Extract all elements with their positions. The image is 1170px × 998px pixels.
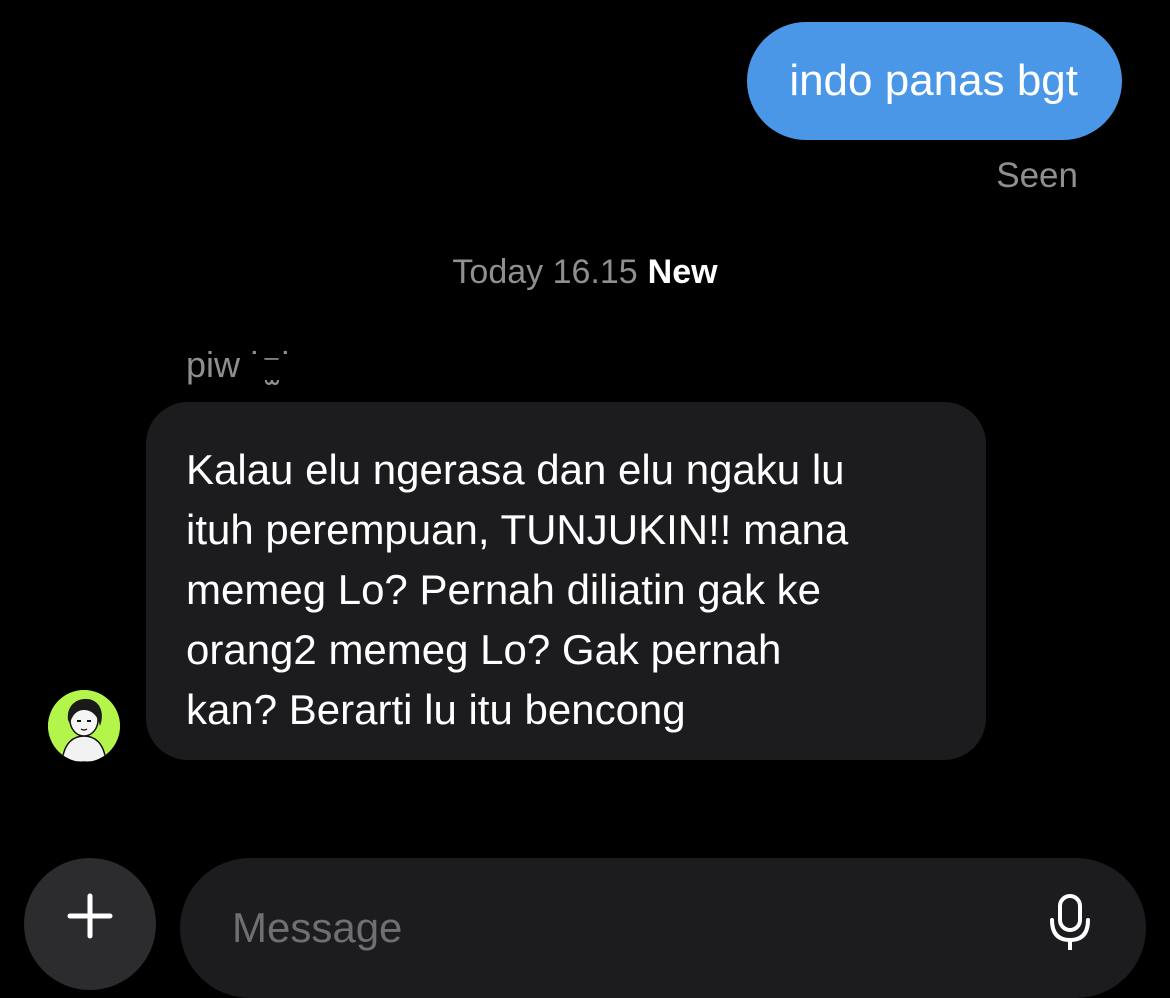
received-message-text: Kalau elu ngerasa dan elu ngaku lu ituh … [186,446,849,733]
sender-name: piw ˙⁻̫˙ [186,344,293,385]
received-message-bubble[interactable]: Kalau elu ngerasa dan elu ngaku lu ituh … [146,402,986,760]
message-composer [180,858,1146,998]
timestamp: Today 16.15 [452,253,638,291]
avatar[interactable] [48,690,120,762]
add-attachment-button[interactable] [24,858,156,990]
microphone-icon [1050,894,1090,950]
message-input[interactable] [232,898,992,958]
sent-message-bubble[interactable]: indo panas bgt [747,22,1122,140]
new-messages-label: New [647,253,718,291]
seen-status: Seen [996,156,1078,195]
sent-message-text: indo panas bgt [789,56,1078,105]
voice-message-button[interactable] [1048,892,1092,952]
avatar-portrait-icon [48,690,120,762]
timestamp-divider: Today 16.15 New [0,250,1170,294]
